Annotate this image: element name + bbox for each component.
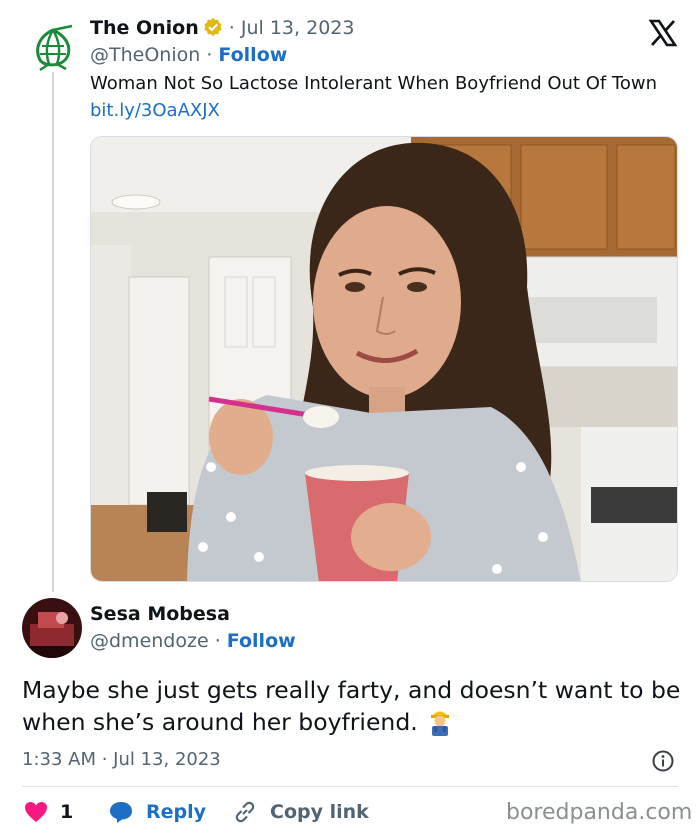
divider [22,786,678,787]
author-name[interactable]: The Onion [90,17,199,39]
post-image[interactable] [90,136,678,582]
worker-emoji-icon [426,706,454,736]
reply-handle-row: @dmendoze · Follow [90,630,296,652]
reply-author-handle[interactable]: @dmendoze [90,630,209,652]
author-handle[interactable]: @TheOnion [90,44,200,66]
reply-timestamp[interactable]: 1:33 AM · Jul 13, 2023 [22,749,221,770]
separator: · [200,44,219,66]
watermark: boredpanda.com [506,800,693,825]
thread-line [52,72,54,592]
post-date[interactable]: · Jul 13, 2023 [223,17,355,39]
author-row: The Onion · Jul 13, 2023 [90,17,354,39]
handle-row: @TheOnion · Follow [90,44,287,66]
avatar[interactable] [22,598,82,658]
reply-text-body: Maybe she just gets really farty, and do… [22,676,681,736]
like-count: 1 [60,801,74,823]
reply-bubble-icon [110,802,132,823]
post-text-body: Woman Not So Lactose Intolerant When Boy… [90,73,657,94]
reply-author-name[interactable]: Sesa Mobesa [90,603,230,625]
copy-link-label: Copy link [270,801,369,823]
link-icon [235,801,255,823]
verified-badge-icon [203,17,223,37]
info-icon[interactable] [652,750,674,772]
reply-button[interactable]: Reply [108,798,206,826]
post-link[interactable]: bit.ly/3OaAXJX [90,100,220,121]
reply-text: Maybe she just gets really farty, and do… [22,675,682,738]
follow-button[interactable]: Follow [218,44,287,66]
post-text: Woman Not So Lactose Intolerant When Boy… [90,70,670,124]
like-button[interactable]: 1 [24,798,73,826]
onion-logo-icon[interactable] [28,22,78,72]
follow-button[interactable]: Follow [227,630,296,652]
reply-label: Reply [146,801,207,823]
heart-icon [25,802,47,822]
separator: · [208,630,227,652]
x-logo-icon[interactable] [648,18,678,48]
copy-link-button[interactable]: Copy link [232,798,369,826]
